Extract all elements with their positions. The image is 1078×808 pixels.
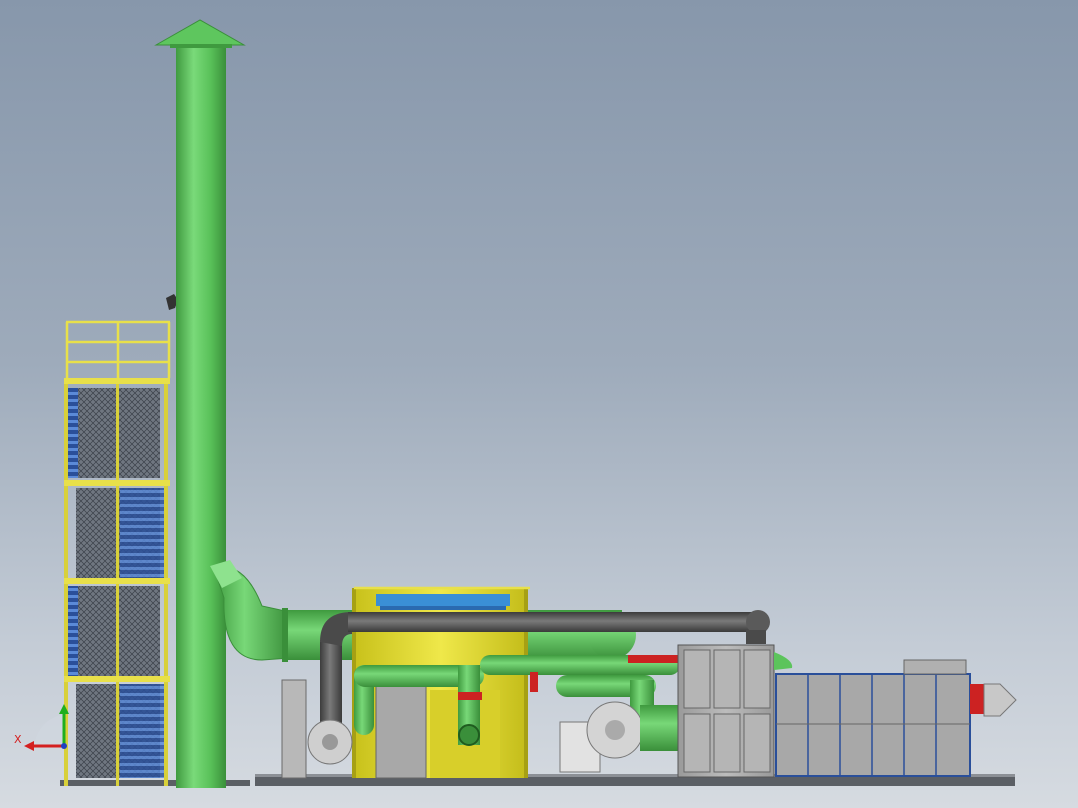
inlet-hood <box>983 683 1017 717</box>
roof-canopy <box>376 594 510 606</box>
stair-flight <box>120 488 164 578</box>
stair-flight <box>120 684 164 778</box>
stair-flight <box>68 388 78 478</box>
coordinate-triad: X <box>14 704 69 751</box>
damper-red <box>458 692 482 700</box>
filter-housing <box>775 659 1017 777</box>
damper-red <box>530 672 538 692</box>
rain-cap <box>154 19 246 46</box>
stair-flight <box>68 586 78 676</box>
exhaust-stack <box>154 19 246 788</box>
cad-model-viewport[interactable]: X <box>0 0 1078 808</box>
inlet-damper <box>970 684 984 714</box>
valve-wheel-icon <box>458 724 480 746</box>
x-axis-label: X <box>14 733 22 746</box>
stair-tower <box>64 294 178 786</box>
top-guardrail <box>65 320 171 378</box>
